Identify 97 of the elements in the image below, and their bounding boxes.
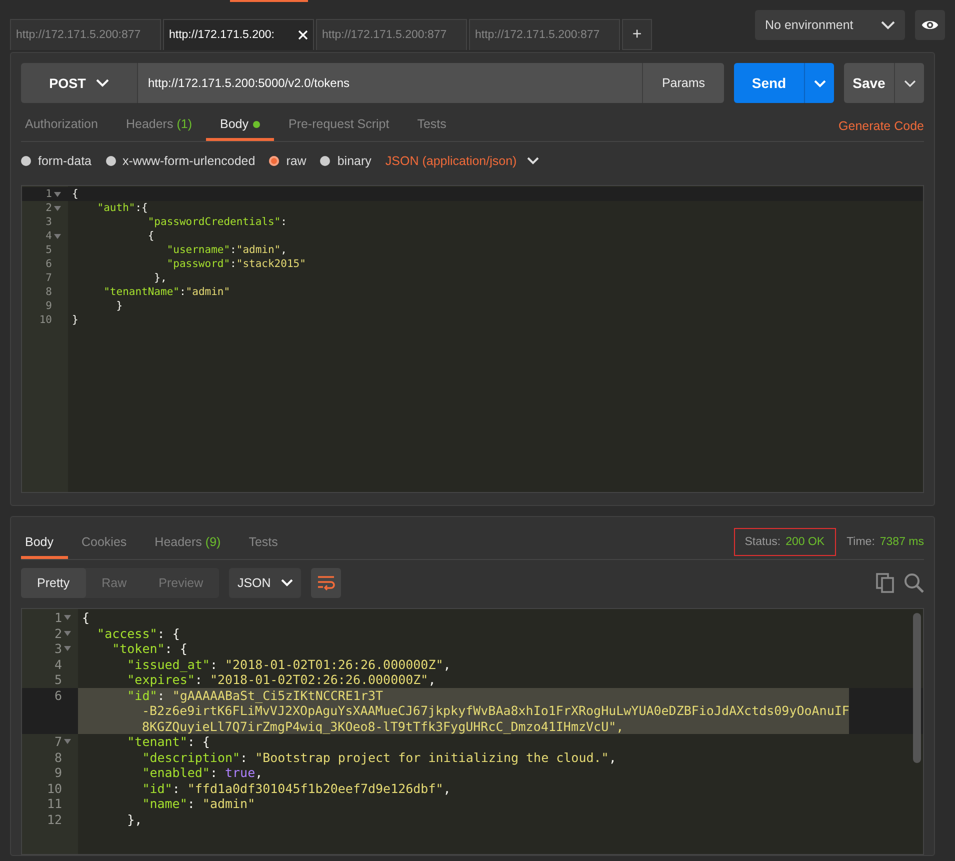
request-section-tab[interactable]: Tests xyxy=(403,107,460,141)
line-number: 2 xyxy=(44,201,52,215)
save-button[interactable]: Save xyxy=(844,63,894,103)
line-number: 10 xyxy=(46,780,62,796)
line-number: 3 xyxy=(53,641,62,656)
code-line: "tenant": { xyxy=(126,734,210,750)
format-dropdown[interactable]: JSON xyxy=(229,568,302,598)
request-tab[interactable]: http://172.171.5.200:877 xyxy=(469,19,620,50)
code-line: "password":"stack2015" xyxy=(166,257,306,271)
fold-arrow-icon[interactable] xyxy=(54,192,61,196)
copy-icon[interactable] xyxy=(876,573,894,593)
fold-arrow-icon[interactable] xyxy=(54,206,61,210)
line-number: 8 xyxy=(44,285,52,299)
code-line: { xyxy=(81,610,90,626)
code-line: "issued_at": "2018-01-02T01:26:26.000000Z", xyxy=(126,656,451,672)
fold-arrow-icon[interactable] xyxy=(64,646,71,652)
response-tab[interactable]: Body xyxy=(21,525,68,559)
line-number: 7 xyxy=(44,271,52,285)
view-mode-button[interactable]: Pretty xyxy=(21,568,86,598)
caret-icon xyxy=(96,79,109,87)
caret-icon xyxy=(904,80,916,88)
line-number: 4 xyxy=(53,656,62,672)
request-section-tab[interactable]: Body xyxy=(206,107,274,141)
code-line: "passwordCredentials": xyxy=(146,215,287,229)
response-tab[interactable]: Headers (9) xyxy=(140,525,235,559)
send-button[interactable]: Send xyxy=(734,63,804,103)
close-icon[interactable] xyxy=(298,30,308,40)
caret-icon xyxy=(881,20,895,30)
line-number: 4 xyxy=(44,229,52,243)
code-line: "enabled": true, xyxy=(141,765,263,780)
line-number: 12 xyxy=(46,812,62,827)
code-line: }, xyxy=(126,812,142,827)
wrap-icon[interactable] xyxy=(311,568,342,598)
line-number: 6 xyxy=(53,688,62,704)
line-number: 7 xyxy=(53,734,62,750)
line-number: 1 xyxy=(44,187,52,201)
code-line: "token": { xyxy=(111,641,188,656)
fold-arrow-icon[interactable] xyxy=(64,630,71,636)
code-line: { xyxy=(71,187,78,201)
code-line: "name": "admin" xyxy=(141,796,256,812)
body-type-radio[interactable]: raw xyxy=(269,154,306,168)
code-line: "description": "Bootstrap project for initializing the cloud.", xyxy=(141,750,616,765)
body-type-radio[interactable]: x-www-form-urlencoded xyxy=(106,154,256,168)
code-line: { xyxy=(146,229,154,243)
request-section-tab[interactable]: Headers (1) xyxy=(112,107,206,141)
code-line: "auth":{ xyxy=(96,201,148,215)
status-value: 200 OK xyxy=(786,536,825,548)
fold-arrow-icon[interactable] xyxy=(64,615,71,620)
caret-icon xyxy=(526,157,539,165)
caret-icon xyxy=(814,80,826,88)
content-type-dropdown[interactable]: JSON (application/json) xyxy=(385,154,539,168)
response-tab[interactable]: Tests xyxy=(234,525,292,559)
caret-icon xyxy=(280,579,293,587)
method-dropdown[interactable]: POST xyxy=(21,63,137,103)
request-tab[interactable]: http://172.171.5.200: xyxy=(163,19,314,50)
time-value: 7387 ms xyxy=(880,536,924,548)
line-number: 9 xyxy=(53,765,62,780)
request-section-tab[interactable]: Pre-request Script xyxy=(274,107,404,141)
scrollbar[interactable] xyxy=(913,613,921,763)
request-tab[interactable]: http://172.171.5.200:877 xyxy=(316,19,467,50)
line-number: 11 xyxy=(46,796,62,812)
code-line: } xyxy=(115,299,123,313)
fold-arrow-icon[interactable] xyxy=(54,234,61,238)
status-label: Status: xyxy=(744,536,781,548)
eye-icon[interactable] xyxy=(915,10,945,40)
new-tab-button[interactable]: + xyxy=(622,19,652,50)
line-number: 6 xyxy=(44,257,52,271)
request-tab[interactable]: http://172.171.5.200:877 xyxy=(10,19,161,50)
code-line: "tenantName":"admin" xyxy=(102,285,230,299)
body-type-radio[interactable]: form-data xyxy=(21,154,92,168)
time-label: Time: xyxy=(846,536,875,548)
line-number: 10 xyxy=(38,313,52,327)
generate-code-link[interactable]: Generate Code xyxy=(838,115,924,133)
code-line: "id": "ffd1a0df301045f1b20eef7d9e126dbf", xyxy=(141,780,451,796)
line-number: 3 xyxy=(44,215,52,229)
code-line: "expires": "2018-01-02T02:26:26.000000Z", xyxy=(126,672,436,688)
save-options-button[interactable] xyxy=(894,63,924,103)
code-line: }, xyxy=(153,271,167,285)
fold-arrow-icon[interactable] xyxy=(64,739,71,744)
line-number: 5 xyxy=(44,243,52,257)
send-options-button[interactable] xyxy=(804,63,834,103)
line-number: 8 xyxy=(53,750,62,765)
code-editor[interactable]: 1 { 2 "auth":{ 3 "passwordCredentials": 4 { 5 "username":"admin", 6 "password":"stack2015" 7 }, 8 "tenantName":"admin" 9 } 10 } xyxy=(21,185,924,493)
code-line: "access": { xyxy=(96,626,180,641)
environment-dropdown[interactable]: No environment xyxy=(755,10,905,40)
code-line: "username":"admin", xyxy=(166,243,287,257)
request-section-tab[interactable]: Authorization xyxy=(21,107,112,141)
line-number: 2 xyxy=(53,626,62,641)
params-button[interactable]: Params xyxy=(642,63,724,103)
code-line: } xyxy=(71,313,78,327)
line-number: 1 xyxy=(53,610,62,626)
line-number: 5 xyxy=(53,672,62,688)
url-field[interactable]: http://172.171.5.200:5000/v2.0/tokens xyxy=(137,63,642,103)
line-number: 9 xyxy=(44,299,52,313)
body-type-radio[interactable]: binary xyxy=(320,154,372,168)
response-tab[interactable]: Cookies xyxy=(68,525,141,559)
search-icon[interactable] xyxy=(904,573,924,593)
